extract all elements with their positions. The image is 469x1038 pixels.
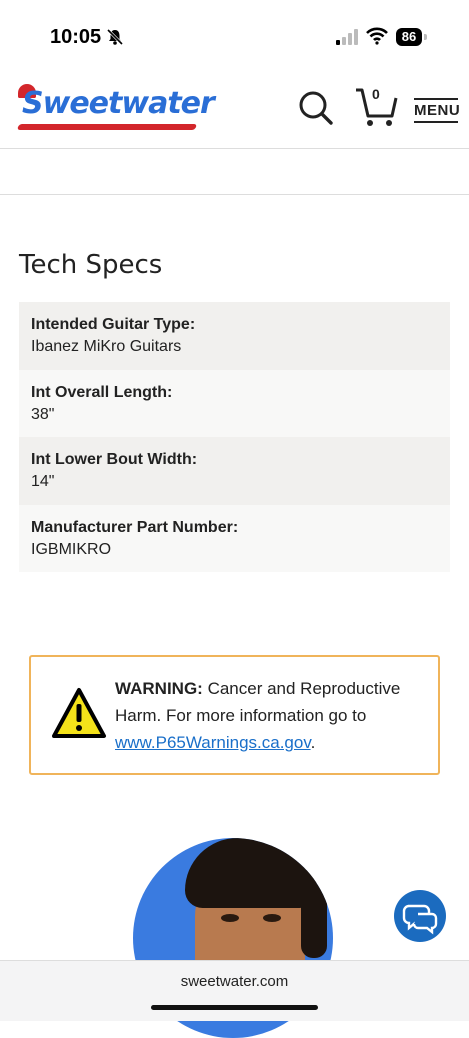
- wifi-icon: [366, 27, 388, 50]
- spec-value: Ibanez MiKro Guitars: [31, 338, 182, 355]
- sweetwater-logo[interactable]: Sweetwater: [16, 84, 215, 132]
- spec-value: 38": [31, 405, 55, 423]
- spec-row: Int Lower Bout Width: 14": [19, 437, 450, 505]
- prop65-warning: WARNING: Cancer and Reproductive Harm. F…: [29, 655, 440, 775]
- menu-label: MENU: [414, 98, 460, 123]
- warning-period: .: [310, 733, 316, 752]
- search-button[interactable]: [296, 88, 336, 128]
- avatar-hair-side: [301, 868, 327, 958]
- search-icon: [299, 91, 333, 125]
- warning-text: WARNING: Cancer and Reproductive Harm. F…: [115, 675, 433, 756]
- warning-heading: WARNING:: [115, 679, 203, 698]
- site-header: Sweetwater 0 MENU: [0, 72, 469, 149]
- spec-label: Intended Guitar Type:: [31, 316, 196, 333]
- avatar-eye: [221, 914, 239, 922]
- tech-specs-table: Intended Guitar Type: Ibanez MiKro Guita…: [19, 302, 450, 572]
- chat-button[interactable]: [394, 890, 446, 942]
- battery-icon: 86: [396, 28, 422, 46]
- avatar-hair: [185, 838, 317, 908]
- signal-icon: [336, 29, 358, 50]
- spec-label: Int Overall Length:: [31, 383, 173, 401]
- cart-count-badge: 0: [372, 86, 380, 102]
- battery-tip: [424, 34, 427, 40]
- spec-row: Intended Guitar Type: Ibanez MiKro Guita…: [19, 302, 450, 370]
- tech-specs-title: Tech Specs: [19, 250, 163, 280]
- status-time: 10:05: [50, 26, 102, 48]
- cart-button[interactable]: 0: [354, 86, 400, 128]
- spec-value: IGBMIKRO: [31, 540, 112, 558]
- logo-swoosh: [16, 124, 198, 130]
- url-text[interactable]: sweetwater.com: [0, 973, 469, 990]
- p65-warnings-link[interactable]: www.P65Warnings.ca.gov: [115, 733, 311, 752]
- bell-slash-icon: [106, 28, 124, 51]
- avatar-eye: [263, 914, 281, 922]
- spec-row: Int Overall Length: 38": [19, 369, 450, 437]
- home-indicator[interactable]: [151, 1005, 318, 1010]
- browser-url-bar[interactable]: sweetwater.com: [0, 960, 469, 1021]
- spec-label: Int Lower Bout Width:: [31, 451, 198, 468]
- spec-label: Manufacturer Part Number:: [31, 518, 239, 536]
- spec-value: 14": [31, 473, 55, 490]
- menu-button[interactable]: MENU: [414, 94, 460, 124]
- chat-icon: [402, 904, 438, 935]
- status-bar: 10:05 86: [0, 0, 469, 72]
- divider: [0, 194, 469, 195]
- logo-text: Sweetwater: [22, 86, 215, 121]
- warning-triangle-icon: [52, 688, 106, 738]
- spec-row: Manufacturer Part Number: IGBMIKRO: [19, 504, 450, 572]
